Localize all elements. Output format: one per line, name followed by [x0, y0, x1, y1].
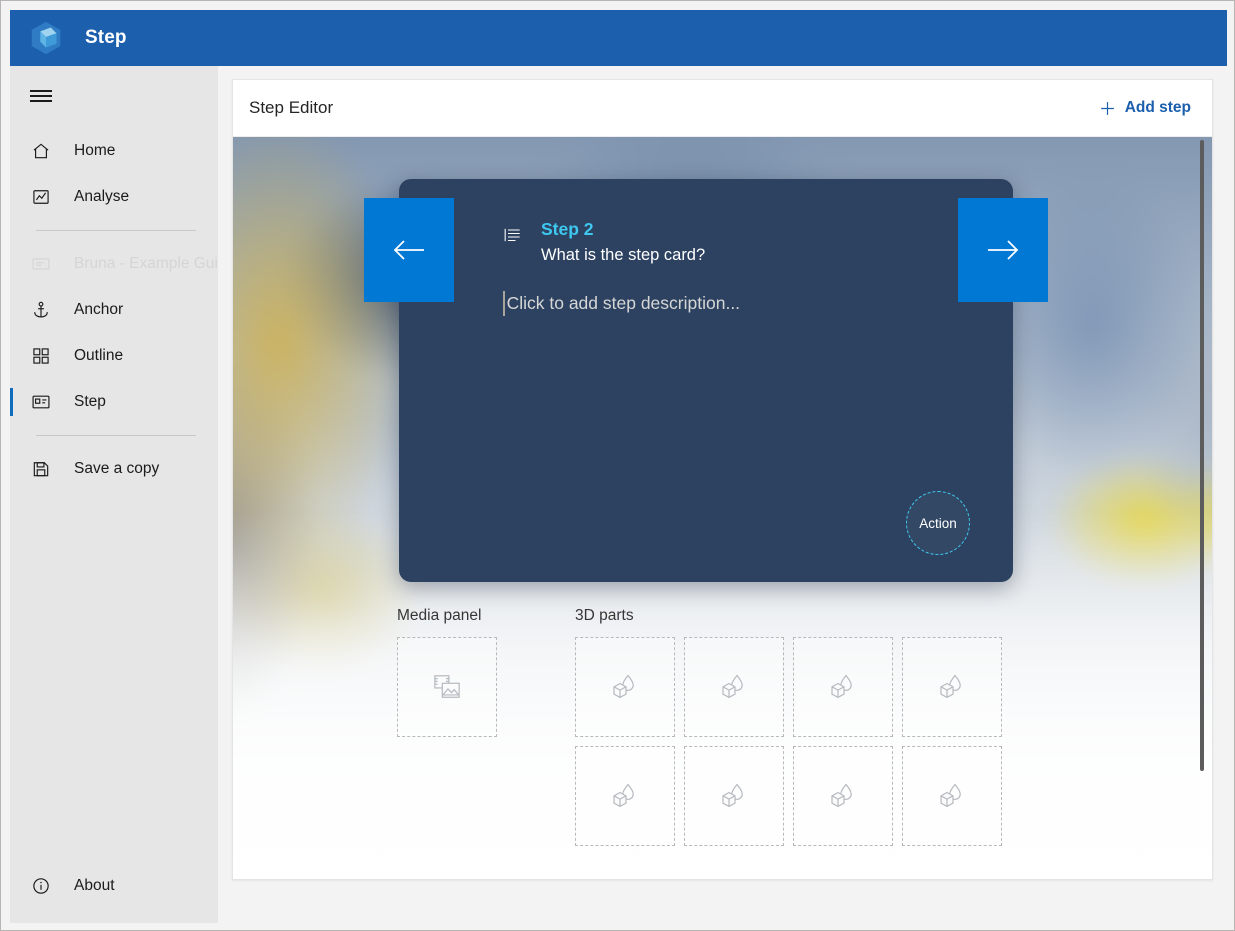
3d-part-icon: [720, 781, 748, 811]
sidebar-nav: Home Analyse B: [10, 128, 218, 492]
step-editor-panel: Step Editor Add step: [232, 79, 1213, 880]
sidebar-spacer: [10, 492, 218, 863]
3d-part-icon: [720, 672, 748, 702]
sidebar-divider-top: [36, 230, 196, 231]
media-icon: [432, 673, 462, 701]
parts-panel-label: 3D parts: [575, 607, 1002, 625]
sidebar-item-step[interactable]: Step: [10, 379, 218, 425]
hamburger-menu-icon[interactable]: [10, 72, 218, 120]
app-logo-icon: [24, 16, 68, 60]
add-step-label: Add step: [1125, 99, 1191, 117]
step-description-placeholder: Click to add step description...: [507, 293, 740, 314]
sidebar-item-about[interactable]: About: [10, 863, 218, 909]
sidebar-item-anchor[interactable]: Anchor: [10, 287, 218, 333]
sidebar-item-label: Outline: [74, 347, 123, 365]
stage-scrollbar-thumb[interactable]: [1200, 140, 1204, 771]
sidebar-item-guide: Bruna - Example Gui...: [10, 241, 218, 287]
panel-header: Step Editor Add step: [233, 80, 1212, 137]
sidebar-item-outline[interactable]: Outline: [10, 333, 218, 379]
home-icon: [30, 140, 52, 162]
media-slot[interactable]: [397, 637, 497, 737]
part-slot[interactable]: [684, 637, 784, 737]
sidebar-item-analyse[interactable]: Analyse: [10, 174, 218, 220]
plus-icon: [1098, 99, 1117, 118]
sidebar-item-label: Step: [74, 393, 106, 411]
sidebar-item-label: About: [74, 877, 115, 895]
step-card-header: Step 2 What is the step card?: [503, 219, 705, 268]
3d-part-icon: [611, 781, 639, 811]
guide-card-icon: [30, 253, 52, 275]
step-icon: [30, 391, 52, 413]
parts-grid: [575, 637, 1002, 846]
sidebar-divider-bottom: [36, 435, 196, 436]
part-slot[interactable]: [902, 746, 1002, 846]
sidebar-item-label: Bruna - Example Gui...: [74, 255, 231, 273]
sidebar-item-label: Save a copy: [74, 460, 159, 478]
action-label: Action: [919, 516, 957, 531]
previous-step-button[interactable]: [364, 198, 454, 302]
main-content: Step Editor Add step: [218, 66, 1227, 923]
analyse-icon: [30, 186, 52, 208]
add-step-button[interactable]: Add step: [1090, 93, 1199, 124]
text-caret: [503, 291, 505, 316]
outline-icon: [30, 345, 52, 367]
page-title: Step Editor: [249, 98, 333, 118]
sidebar-item-label: Home: [74, 142, 115, 160]
step-description-field[interactable]: Click to add step description...: [503, 291, 740, 316]
sidebar-item-label: Anchor: [74, 301, 123, 319]
sidebar-item-label: Analyse: [74, 188, 129, 206]
3d-part-icon: [611, 672, 639, 702]
title-bar: Step: [10, 10, 1227, 66]
list-icon: [503, 225, 523, 245]
step-number: Step 2: [541, 219, 705, 241]
sidebar-item-save-a-copy[interactable]: Save a copy: [10, 446, 218, 492]
3d-part-icon: [829, 672, 857, 702]
stage-scrollbar[interactable]: [1196, 140, 1208, 855]
asset-slots: Media panel: [397, 607, 1002, 846]
sidebar-item-home[interactable]: Home: [10, 128, 218, 174]
parts-panel-group: 3D parts: [575, 607, 1002, 846]
3d-part-icon: [938, 781, 966, 811]
part-slot[interactable]: [902, 637, 1002, 737]
step-card[interactable]: Step 2 What is the step card? Click to a…: [399, 179, 1013, 582]
anchor-icon: [30, 299, 52, 321]
save-icon: [30, 458, 52, 480]
3d-part-icon: [938, 672, 966, 702]
media-panel-group: Media panel: [397, 607, 497, 846]
info-icon: [30, 875, 52, 897]
arrow-left-icon: [391, 237, 427, 263]
next-step-button[interactable]: [958, 198, 1048, 302]
part-slot[interactable]: [793, 637, 893, 737]
arrow-right-icon: [985, 237, 1021, 263]
part-slot[interactable]: [575, 637, 675, 737]
action-button[interactable]: Action: [906, 491, 970, 555]
3d-part-icon: [829, 781, 857, 811]
step-stage: Step 2 What is the step card? Click to a…: [233, 137, 1212, 858]
media-panel-label: Media panel: [397, 607, 497, 625]
part-slot[interactable]: [684, 746, 784, 846]
app-window: Step Home: [0, 0, 1235, 931]
part-slot[interactable]: [575, 746, 675, 846]
step-title: What is the step card?: [541, 244, 705, 268]
app-title: Step: [85, 27, 127, 49]
sidebar: Home Analyse B: [10, 66, 218, 923]
part-slot[interactable]: [793, 746, 893, 846]
